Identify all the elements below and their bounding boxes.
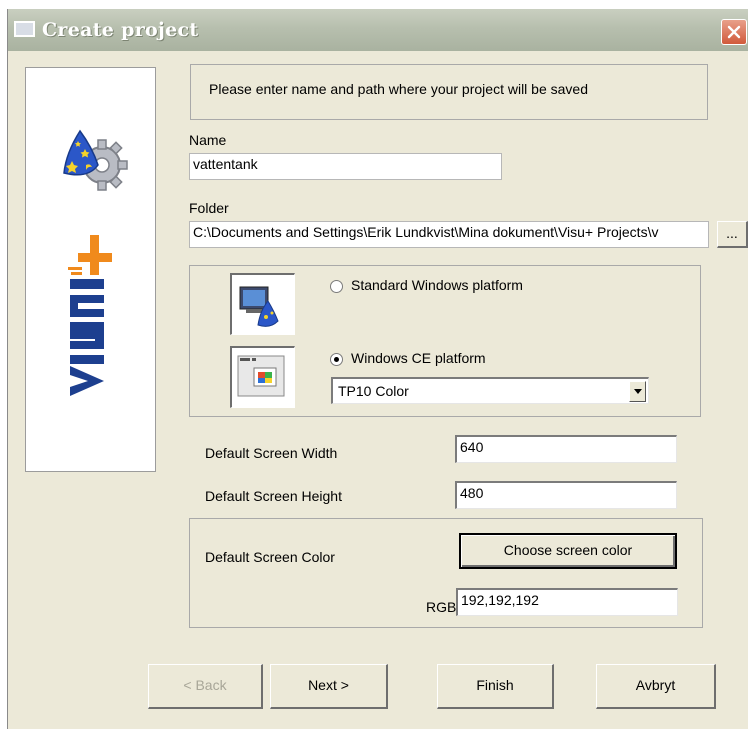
screen-width-label: Default Screen Width [205, 445, 338, 461]
screen-height-input[interactable]: 480 [455, 481, 677, 509]
screen-color-label: Default Screen Color [205, 549, 335, 565]
ce-model-select[interactable]: TP10 Color [331, 377, 649, 404]
instruction-box: Please enter name and path where your pr… [190, 64, 708, 120]
rgb-value-input[interactable]: 192,192,192 [456, 588, 678, 616]
wizard-gear-icon [63, 129, 128, 191]
rgb-label: RGB [426, 599, 457, 615]
screen-height-label: Default Screen Height [205, 488, 342, 504]
ce-platform-label[interactable]: Windows CE platform [351, 350, 486, 366]
ce-platform-icon [230, 346, 295, 408]
close-button[interactable] [721, 19, 747, 45]
close-icon [727, 25, 741, 39]
dropdown-arrow-icon[interactable] [629, 381, 646, 402]
next-button[interactable]: Next > [270, 664, 388, 709]
title-bar[interactable]: Create project [8, 9, 748, 51]
ce-model-value: TP10 Color [338, 383, 409, 399]
create-project-dialog: Create project Please enter name and pat… [7, 9, 748, 729]
platform-group: Standard Windows platform Windows CE pla… [189, 265, 701, 417]
side-banner [25, 67, 156, 472]
folder-label: Folder [189, 200, 229, 216]
project-name-input[interactable]: vattentank [189, 153, 502, 180]
window-icon [14, 21, 35, 37]
instruction-text: Please enter name and path where your pr… [209, 81, 588, 97]
finish-button[interactable]: Finish [437, 664, 554, 709]
screen-width-input[interactable]: 640 [455, 435, 677, 463]
folder-path-input[interactable]: C:\Documents and Settings\Erik Lundkvist… [189, 221, 709, 248]
back-button[interactable]: < Back [148, 664, 263, 709]
cancel-button[interactable]: Avbryt [596, 664, 716, 709]
name-label: Name [189, 132, 227, 148]
standard-platform-radio[interactable] [330, 280, 343, 293]
window-title: Create project [42, 19, 199, 41]
screen-color-group: Default Screen Color Choose screen color… [189, 518, 703, 628]
choose-screen-color-button[interactable]: Choose screen color [459, 533, 677, 569]
browse-folder-button[interactable]: ... [717, 221, 748, 248]
visu-plus-logo [68, 235, 112, 396]
ce-platform-radio[interactable] [330, 353, 343, 366]
standard-platform-label[interactable]: Standard Windows platform [351, 277, 523, 293]
standard-platform-icon [230, 273, 295, 335]
